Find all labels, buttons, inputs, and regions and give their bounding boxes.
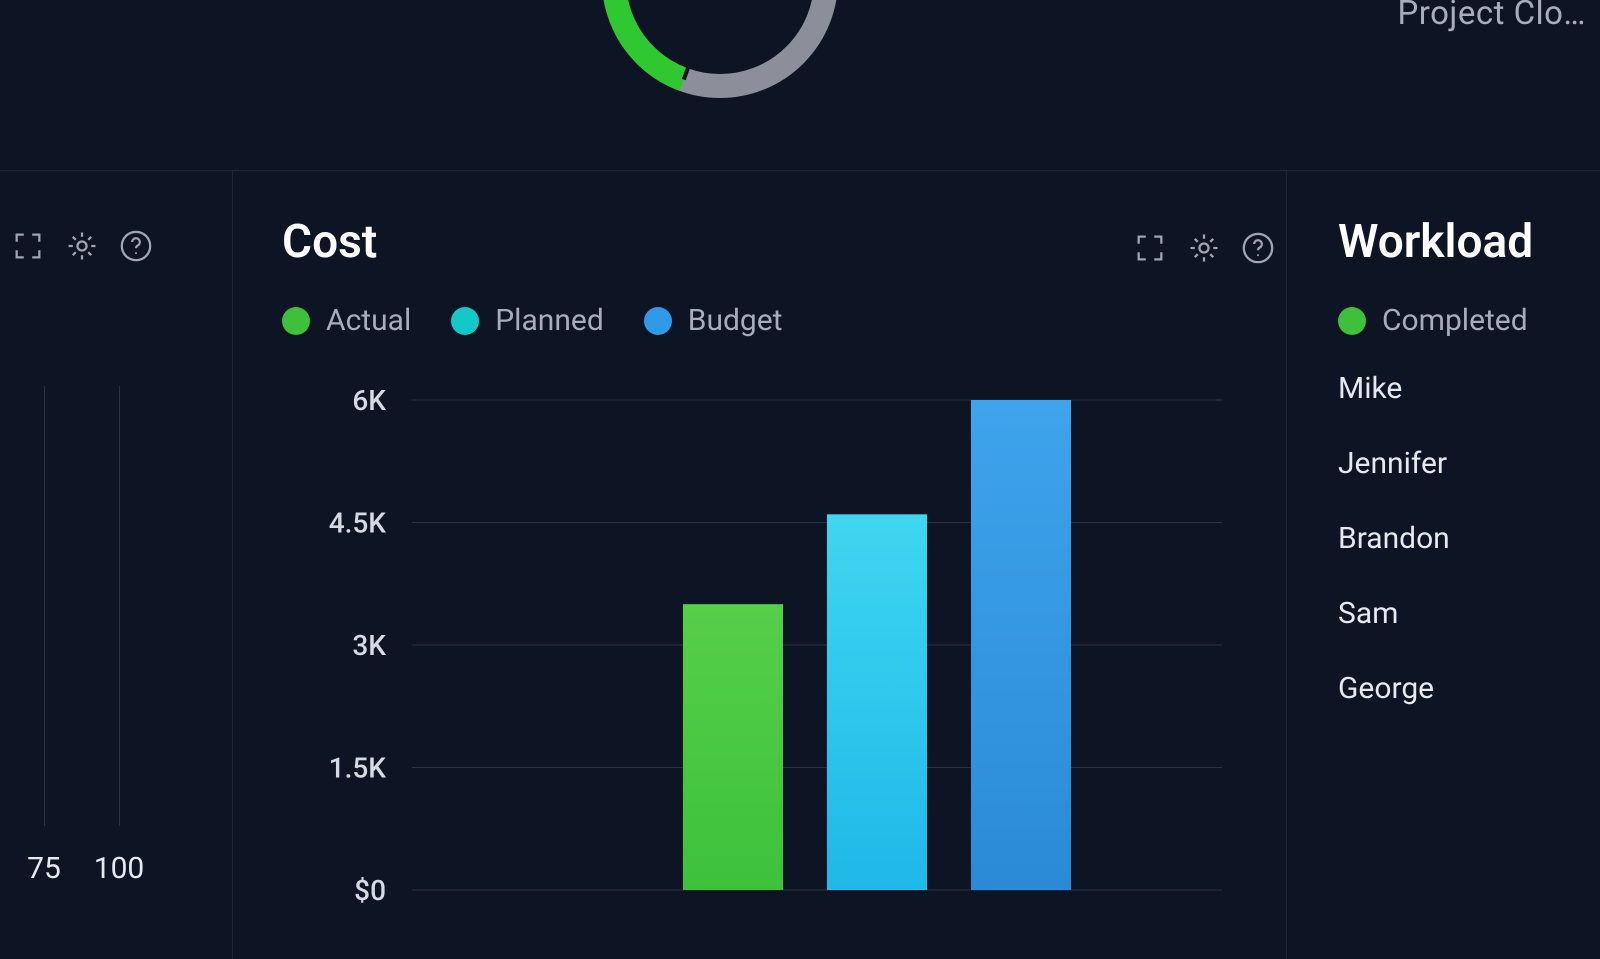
legend-swatch [282,307,310,335]
col-divider-right [1286,170,1287,959]
legend-item-planned[interactable]: Planned [451,303,604,338]
cost-bar-budget[interactable] [971,400,1071,890]
top-partial-label: Project Clo… [1397,0,1586,33]
workload-panel: Workload Completed Mike Jennifer Brandon… [1334,175,1600,959]
svg-text:3K: 3K [352,629,386,662]
svg-text:6K: 6K [352,384,386,417]
legend-label: Actual [326,303,411,338]
legend-label: Planned [495,303,604,338]
panel-title-workload: Workload [1338,215,1533,269]
donut-partial [600,0,840,100]
xaxis-tick: 100 [94,851,145,886]
help-icon[interactable] [1240,230,1276,266]
legend-swatch [644,307,672,335]
panel-title-cost: Cost [282,215,377,269]
dashboard-canvas: Project Clo… 75 100 Cost [0,0,1600,959]
legend-swatch [451,307,479,335]
row-divider [0,170,1600,171]
workload-people-list: Mike Jennifer Brandon Sam George [1338,371,1450,706]
workload-person: Jennifer [1338,446,1450,481]
gear-icon[interactable] [1186,230,1222,266]
workload-person: Brandon [1338,521,1450,556]
expand-icon[interactable] [10,228,46,264]
legend-item-actual[interactable]: Actual [282,303,411,338]
left-panel-controls [10,228,154,264]
legend-label: Completed [1382,303,1528,338]
xaxis-tick: 75 [27,851,61,886]
expand-icon[interactable] [1132,230,1168,266]
cost-bar-chart: $0 1.5K 3K 4.5K 6K [282,370,1252,950]
prev-chart-xaxis-fragment: 75 100 [24,386,184,886]
workload-person: Mike [1338,371,1450,406]
legend-item-budget[interactable]: Budget [644,303,783,338]
gear-icon[interactable] [64,228,100,264]
svg-text:1.5K: 1.5K [329,752,387,785]
legend-swatch [1338,307,1366,335]
cost-bar-planned[interactable] [827,514,927,890]
legend-item-completed[interactable]: Completed [1338,303,1528,338]
cost-panel-controls [1132,230,1276,266]
cost-legend: Actual Planned Budget [282,303,782,338]
workload-person: Sam [1338,596,1450,631]
legend-label: Budget [688,303,783,338]
cost-panel: Cost Actual [232,175,1282,959]
workload-person: George [1338,671,1450,706]
workload-legend: Completed [1338,303,1528,338]
cost-bar-actual[interactable] [683,604,783,890]
svg-text:4.5K: 4.5K [329,507,387,540]
svg-text:$0: $0 [354,874,386,907]
help-icon[interactable] [118,228,154,264]
